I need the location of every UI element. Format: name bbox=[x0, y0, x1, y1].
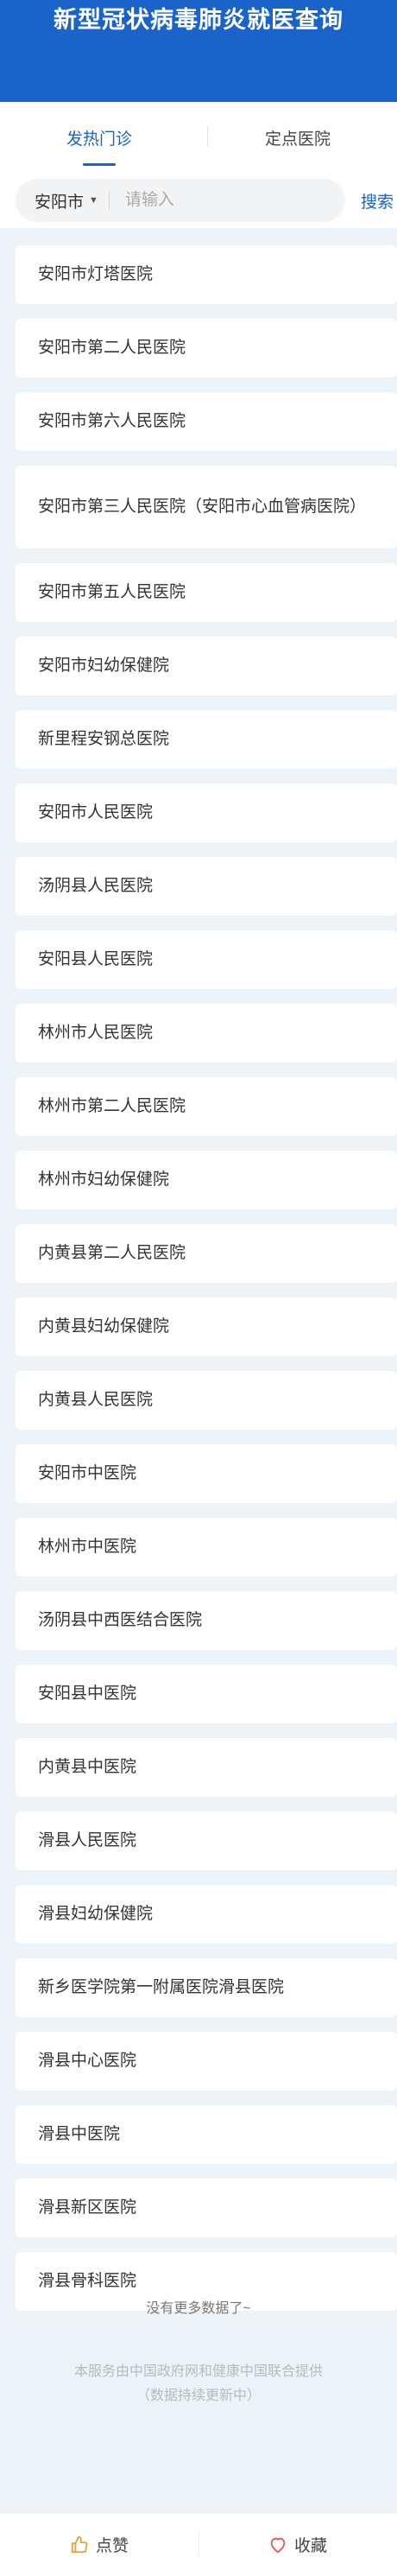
no-more-data: 没有更多数据了~ bbox=[146, 2301, 251, 2316]
hospital-list-item[interactable]: 新乡医学院第一附属医院滑县医院 bbox=[16, 1958, 397, 2017]
search-bar: 安阳市 ▼ 搜索 bbox=[0, 173, 397, 228]
page-title: 新型冠状病毒肺炎就医查询 bbox=[54, 7, 343, 33]
tab-fever-clinic[interactable]: 发热门诊 bbox=[0, 102, 198, 173]
hospital-list-item[interactable]: 汤阴县人民医院 bbox=[16, 857, 397, 916]
like-button[interactable]: 点赞 bbox=[0, 2513, 198, 2576]
hospital-list-item[interactable]: 滑县人民医院 bbox=[16, 1811, 397, 1870]
hospital-list-item[interactable]: 内黄县人民医院 bbox=[16, 1371, 397, 1430]
bottom-bar-divider bbox=[198, 2531, 199, 2557]
hospital-list-item[interactable]: 滑县新区医院 bbox=[16, 2179, 397, 2237]
favorite-button[interactable]: 收藏 bbox=[198, 2513, 397, 2576]
hospital-list-item[interactable]: 内黄县第二人民医院 bbox=[16, 1224, 397, 1283]
search-button[interactable]: 搜索 bbox=[361, 189, 394, 213]
hospital-list-item[interactable]: 汤阴县中西医结合医院 bbox=[16, 1591, 397, 1650]
page-header: 新型冠状病毒肺炎就医查询 bbox=[0, 0, 397, 102]
footer-line-1: 本服务由中国政府网和健康中国联合提供 bbox=[73, 2364, 323, 2379]
hospital-list-item[interactable]: 林州市第二人民医院 bbox=[16, 1077, 397, 1136]
hospital-list-item[interactable]: 内黄县中医院 bbox=[16, 1738, 397, 1797]
hospital-list: 安阳市灯塔医院 安阳市第二人民医院 安阳市第六人民医院安阳市第三人民医院（安阳市心血… bbox=[16, 245, 397, 2311]
hospital-list-item[interactable]: 安阳市第六人民医院 bbox=[16, 392, 397, 451]
hospital-list-item[interactable]: 安阳县人民医院 bbox=[16, 930, 397, 989]
search-input[interactable] bbox=[124, 191, 315, 210]
hospital-list-item[interactable]: 林州市人民医院 bbox=[16, 1004, 397, 1063]
tab-bar: 发热门诊 定点医院 bbox=[0, 102, 397, 173]
search-box: 安阳市 ▼ bbox=[16, 179, 345, 222]
hospital-list-item[interactable]: 林州市妇幼保健院 bbox=[16, 1151, 397, 1209]
search-divider bbox=[108, 191, 110, 210]
tab-divider bbox=[207, 126, 208, 147]
city-select-value: 安阳市 bbox=[35, 193, 85, 212]
hospital-list-item[interactable]: 安阳县中医院 bbox=[16, 1665, 397, 1723]
hospital-list-item[interactable]: 安阳市第五人民医院 bbox=[16, 563, 397, 622]
hospital-list-item[interactable]: 滑县中心医院 bbox=[16, 2032, 397, 2091]
hospital-list-item[interactable]: 内黄县妇幼保健院 bbox=[16, 1298, 397, 1356]
hospital-list-item[interactable]: 安阳市中医院 bbox=[16, 1444, 397, 1503]
hospital-list-item[interactable]: 安阳市第三人民医院（安阳市心血管病医院） bbox=[16, 466, 397, 549]
footer-note: 本服务由中国政府网和健康中国联合提供 （数据持续更新中） bbox=[0, 2360, 397, 2408]
footer-line-2: （数据持续更新中） bbox=[135, 2389, 261, 2403]
hospital-list-item[interactable]: 滑县妇幼保健院 bbox=[16, 1885, 397, 1944]
heart-icon bbox=[268, 2535, 287, 2554]
like-label: 点赞 bbox=[95, 2537, 129, 2555]
hospital-list-item[interactable]: 安阳市灯塔医院 bbox=[16, 245, 397, 304]
hospital-list-item[interactable]: 安阳市妇幼保健院 bbox=[16, 637, 397, 695]
hospital-list-item[interactable]: 安阳市人民医院 bbox=[16, 784, 397, 842]
hospital-list-item[interactable]: 新里程安钢总医院 bbox=[16, 710, 397, 769]
caret-down-icon: ▼ bbox=[89, 195, 98, 206]
city-select[interactable]: 安阳市 ▼ bbox=[35, 189, 98, 213]
tab-designated-hospital[interactable]: 定点医院 bbox=[198, 102, 397, 173]
favorite-label: 收藏 bbox=[293, 2537, 327, 2555]
hospital-list-item[interactable]: 滑县中医院 bbox=[16, 2105, 397, 2164]
hospital-list-item[interactable]: 安阳市第二人民医院 bbox=[16, 319, 397, 378]
hospital-list-item[interactable]: 林州市中医院 bbox=[16, 1518, 397, 1577]
thumbs-up-icon bbox=[70, 2535, 89, 2554]
